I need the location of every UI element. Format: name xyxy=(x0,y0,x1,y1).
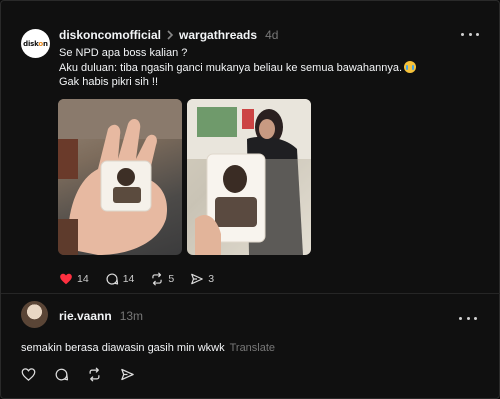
translate-link[interactable]: Translate xyxy=(230,342,275,354)
reply-timestamp: 13m xyxy=(119,309,144,323)
heart-icon xyxy=(60,273,72,285)
heart-outline-icon xyxy=(21,368,36,381)
timestamp: 4d xyxy=(265,28,279,42)
comment-icon xyxy=(106,273,118,285)
post-image-1[interactable] xyxy=(58,99,182,255)
reply-body: semakin berasa diawasin gasih min wkwk Tr… xyxy=(21,342,275,354)
crying-face-emoji-icon xyxy=(404,60,417,73)
post-text-line: Se NPD apa boss kalian ? xyxy=(59,47,188,59)
reply-comment-button[interactable] xyxy=(54,367,69,382)
post-text-line-with-emoji: Aku duluan: tiba ngasih ganci mukanya be… xyxy=(59,60,479,76)
post-body: Se NPD apa boss kalian ? Aku duluan: tib… xyxy=(59,46,479,90)
reply-text: semakin berasa diawasin gasih min wkwk xyxy=(21,342,225,354)
post-actions: 14 14 5 3 xyxy=(59,271,230,287)
repost-button[interactable]: 5 xyxy=(150,272,174,286)
send-icon xyxy=(121,368,134,381)
divider xyxy=(1,293,500,294)
repost-count: 5 xyxy=(168,273,175,285)
dot-icon xyxy=(466,316,470,320)
dot-icon xyxy=(476,32,479,36)
chevron-right-icon xyxy=(166,30,174,40)
share-count: 3 xyxy=(208,273,215,285)
repost-icon xyxy=(89,367,100,382)
like-count: 14 xyxy=(77,273,89,285)
dot-icon xyxy=(461,32,464,36)
post-image-2[interactable] xyxy=(187,99,311,255)
thread-frame: diskon diskoncomofficial wargathreads 4d… xyxy=(0,0,500,399)
reply-header: rie.vaann 13m xyxy=(59,309,143,323)
dot-icon xyxy=(459,316,462,320)
share-button[interactable]: 3 xyxy=(190,272,214,286)
username[interactable]: diskoncomofficial xyxy=(59,28,161,42)
more-options-button[interactable] xyxy=(461,28,479,40)
reply-repost-button[interactable] xyxy=(87,367,102,382)
post-text-line: Gak habis pikri sih !! xyxy=(59,76,159,88)
comment-icon xyxy=(55,368,69,381)
comment-button[interactable]: 14 xyxy=(105,272,135,286)
reply-like-button[interactable] xyxy=(21,367,36,382)
reply-actions xyxy=(21,367,153,382)
dot-icon xyxy=(468,32,472,36)
avatar[interactable]: diskon xyxy=(21,29,50,58)
reply-username[interactable]: rie.vaann xyxy=(59,309,112,323)
post-text-line: Aku duluan: tiba ngasih ganci mukanya be… xyxy=(59,61,403,74)
repost-icon xyxy=(152,272,163,286)
comment-count: 14 xyxy=(122,273,135,285)
reply-share-button[interactable] xyxy=(120,367,135,382)
reply-avatar[interactable] xyxy=(21,301,48,328)
dot-icon xyxy=(474,316,477,320)
like-button[interactable]: 14 xyxy=(59,272,89,286)
reply-more-options-button[interactable] xyxy=(459,312,477,324)
community-link[interactable]: wargathreads xyxy=(179,28,257,42)
post-header: diskoncomofficial wargathreads 4d xyxy=(59,27,278,43)
brand-logo: diskon xyxy=(23,39,48,48)
send-icon xyxy=(191,273,204,285)
